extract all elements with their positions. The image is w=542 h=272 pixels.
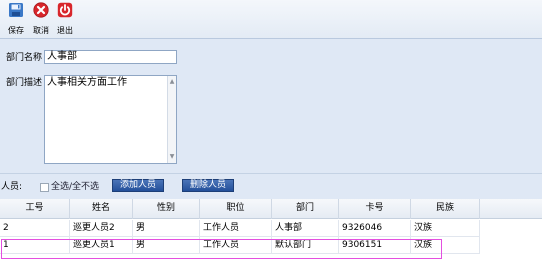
select-all-label: 全选/全不选 [51, 182, 100, 192]
delete-personnel-button[interactable]: 删除人员 [182, 179, 234, 192]
cell-position: 工作人员 [200, 220, 272, 237]
column-header-id[interactable]: 工号 [0, 199, 70, 219]
toolbar: 保存 取消 退出 [0, 0, 542, 38]
table-header: 工号 姓名 性别 职位 部门 卡号 民族 [0, 199, 542, 219]
personnel-label: 人员: [1, 182, 23, 192]
cell-name: 巡更人员2 [70, 220, 133, 237]
cell-ethnicity: 汉族 [411, 220, 480, 237]
department-description-label: 部门描述 [6, 78, 43, 88]
exit-label: 退出 [57, 26, 73, 35]
cell-gender: 男 [133, 237, 200, 254]
column-header-department[interactable]: 部门 [272, 199, 339, 219]
cell-id: 1 [0, 237, 70, 254]
scroll-up-icon[interactable]: ▲ [168, 79, 176, 85]
save-icon [9, 3, 23, 17]
description-scrollbar[interactable]: ▲ ▼ [167, 76, 176, 163]
personnel-bar: 人员: 全选/全不选 添加人员 删除人员 [0, 173, 542, 200]
add-personnel-button[interactable]: 添加人员 [112, 179, 164, 192]
table-row[interactable]: 1 巡更人员1 男 工作人员 默认部门 9306151 汉族 [0, 237, 480, 254]
department-description-text: 人事相关方面工作 [47, 77, 127, 88]
cell-card-number: 9306151 [339, 237, 411, 254]
department-description-field[interactable]: 人事相关方面工作 ▲ ▼ [44, 75, 177, 164]
department-name-field[interactable]: 人事部 [44, 50, 177, 64]
column-header-position[interactable]: 职位 [200, 199, 272, 219]
cell-ethnicity: 汉族 [411, 237, 480, 254]
power-icon [57, 2, 73, 18]
column-header-gender[interactable]: 性别 [133, 199, 200, 219]
cell-position: 工作人员 [200, 237, 272, 254]
scroll-down-icon[interactable]: ▼ [168, 154, 176, 160]
cell-department: 默认部门 [272, 237, 339, 254]
cell-department: 人事部 [272, 220, 339, 237]
department-name-label: 部门名称 [6, 53, 43, 63]
cell-gender: 男 [133, 220, 200, 237]
personnel-table: 工号 姓名 性别 职位 部门 卡号 民族 2 巡更人员2 男 工作人员 人事部 … [0, 199, 542, 272]
column-header-name[interactable]: 姓名 [70, 199, 133, 219]
column-header-ethnicity[interactable]: 民族 [411, 199, 480, 219]
table-row[interactable]: 2 巡更人员2 男 工作人员 人事部 9326046 汉族 [0, 220, 480, 237]
select-all-checkbox[interactable] [40, 183, 49, 192]
cell-id: 2 [0, 220, 70, 237]
column-header-card-number[interactable]: 卡号 [339, 199, 411, 219]
cell-card-number: 9326046 [339, 220, 411, 237]
department-form: 部门名称 人事部 部门描述 人事相关方面工作 ▲ ▼ [0, 38, 542, 174]
cancel-icon [33, 2, 49, 18]
cell-name: 巡更人员1 [70, 237, 133, 254]
